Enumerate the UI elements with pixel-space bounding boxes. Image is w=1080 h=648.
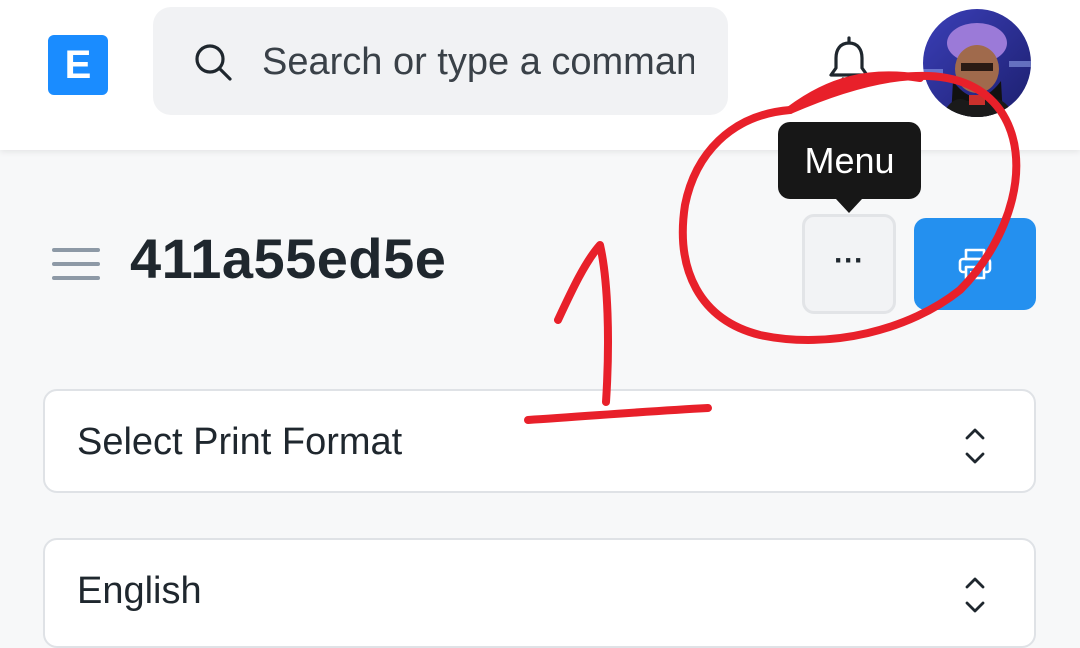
search-icon bbox=[195, 44, 232, 81]
hamburger-menu-icon[interactable] bbox=[52, 246, 100, 282]
print-button[interactable] bbox=[914, 218, 1036, 310]
app-logo[interactable]: E bbox=[48, 35, 108, 95]
menu-tooltip: Menu bbox=[778, 122, 921, 199]
notification-bell-icon[interactable] bbox=[826, 35, 872, 87]
print-format-select[interactable]: Select Print Format bbox=[43, 389, 1036, 493]
printer-icon bbox=[958, 248, 992, 280]
select-chevron-icon bbox=[965, 577, 985, 613]
select-chevron-icon bbox=[965, 428, 985, 464]
print-format-value: Select Print Format bbox=[77, 421, 403, 463]
user-avatar[interactable] bbox=[923, 9, 1031, 117]
search-input[interactable] bbox=[262, 30, 694, 94]
language-select[interactable]: English bbox=[43, 538, 1036, 648]
page-title: 411a55ed5e bbox=[130, 227, 447, 290]
language-value: English bbox=[77, 570, 202, 612]
menu-button[interactable]: ··· bbox=[802, 214, 896, 314]
tooltip-arrow bbox=[836, 199, 862, 213]
annotation-number-one bbox=[554, 241, 612, 406]
